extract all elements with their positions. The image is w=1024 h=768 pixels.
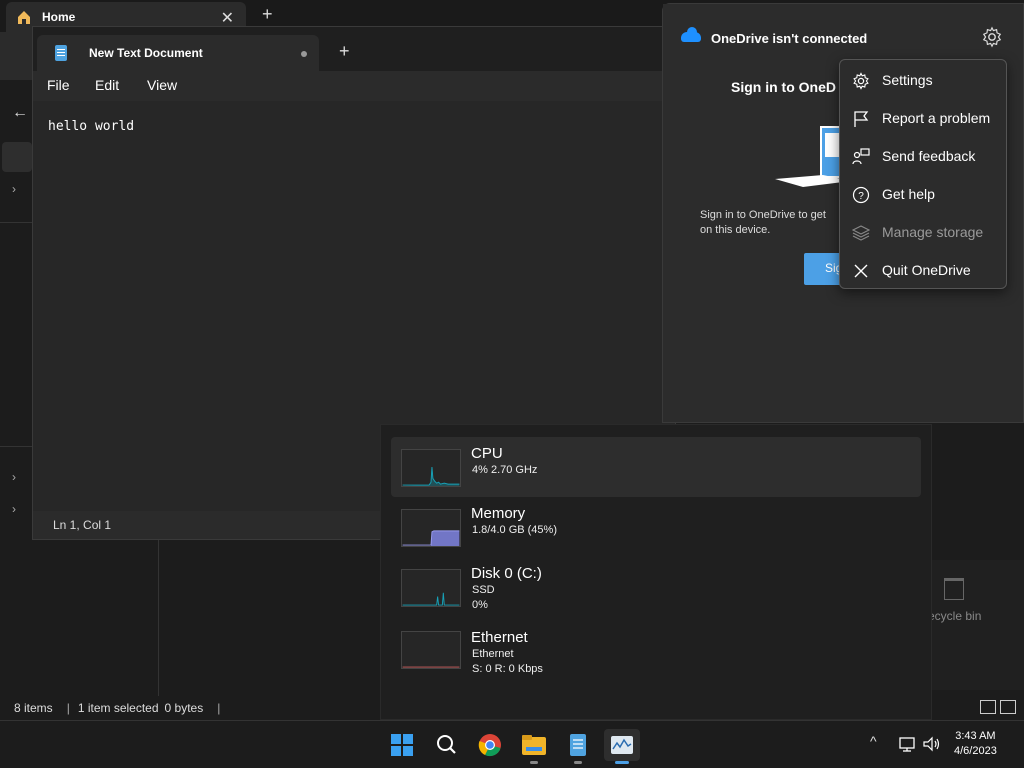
show-hidden-icons-chevron-icon[interactable]: ^ [870, 733, 877, 749]
task-manager-icon[interactable] [604, 729, 640, 761]
details-view-icon[interactable] [980, 700, 996, 714]
menu-view[interactable]: View [147, 77, 177, 93]
explorer-new-tab-button[interactable]: + [262, 4, 273, 25]
disk-type: SSD [472, 584, 495, 596]
file-explorer-icon[interactable] [516, 729, 552, 761]
close-icon [854, 264, 868, 278]
notepad-tab-title: New Text Document [89, 46, 203, 60]
close-tab-icon[interactable]: ✕ [221, 8, 234, 28]
chrome-icon[interactable] [472, 729, 508, 761]
status-separator: | [66, 701, 70, 715]
ethernet-graph [401, 631, 461, 669]
running-indicator [574, 761, 582, 764]
notepad-tab[interactable]: New Text Document [37, 35, 319, 71]
notepad-taskbar-icon[interactable] [560, 729, 596, 761]
notepad-titlebar: New Text Document + [33, 27, 675, 71]
sidebar-item-selected[interactable] [2, 142, 32, 172]
menu-item-label: Quit OneDrive [882, 262, 971, 278]
notepad-new-tab-button[interactable]: + [339, 41, 350, 62]
menu-item-label: Report a problem [882, 110, 991, 126]
disk-usage: 0% [472, 599, 488, 611]
help-icon: ? [852, 186, 870, 204]
perf-item-ethernet[interactable]: Ethernet Ethernet S: 0 R: 0 Kbps [391, 623, 921, 683]
selected-size: 0 bytes [164, 701, 204, 715]
flag-icon [854, 111, 869, 127]
chevron-right-icon[interactable]: › [12, 470, 16, 484]
menu-item-get-help[interactable]: ? Get help [840, 175, 1006, 213]
ethernet-type: Ethernet [472, 648, 514, 660]
network-icon[interactable] [898, 735, 918, 753]
gear-icon [853, 72, 869, 90]
status-separator: | [217, 701, 221, 715]
menu-item-label: Manage storage [882, 224, 984, 240]
menu-item-quit-onedrive[interactable]: Quit OneDrive [840, 251, 1006, 289]
memory-label: Memory [471, 505, 526, 522]
item-count: 8 items [14, 701, 53, 715]
explorer-tab-title: Home [42, 10, 76, 24]
cursor-position: Ln 1, Col 1 [53, 518, 112, 532]
ethernet-speed: S: 0 R: 0 Kbps [472, 663, 543, 675]
onedrive-title: OneDrive isn't connected [711, 31, 868, 46]
taskbar: ^ 3:43 AM 4/6/2023 [0, 720, 1024, 768]
sidebar-divider [0, 222, 32, 223]
sidebar-divider [0, 446, 32, 447]
description-line: on this device. [700, 224, 771, 236]
description-line: Sign in to OneDrive to get [700, 209, 826, 221]
recycle-bin-icon[interactable] [944, 578, 964, 600]
active-indicator [615, 761, 629, 764]
feedback-icon [852, 148, 870, 165]
perf-item-memory[interactable]: Memory 1.8/4.0 GB (45%) [391, 497, 921, 557]
onedrive-header: OneDrive isn't connected [663, 4, 1023, 60]
perf-item-disk[interactable]: Disk 0 (C:) SSD 0% [391, 557, 921, 617]
selected-count: 1 item selected [77, 701, 159, 715]
menu-item-settings[interactable]: Settings [840, 61, 1006, 99]
chevron-right-icon[interactable]: › [12, 502, 16, 516]
start-windows-icon[interactable] [384, 729, 420, 761]
unsaved-indicator-icon[interactable] [301, 51, 307, 57]
menu-edit[interactable]: Edit [95, 77, 119, 93]
ethernet-label: Ethernet [471, 629, 528, 646]
chevron-right-icon[interactable]: › [12, 182, 16, 196]
editor-text[interactable]: hello world [48, 119, 134, 134]
running-indicator [530, 761, 538, 764]
search-icon[interactable] [428, 729, 464, 761]
onedrive-cloud-icon [681, 27, 701, 42]
cpu-label: CPU [471, 445, 503, 462]
memory-graph [401, 509, 461, 547]
menu-item-report-problem[interactable]: Report a problem [840, 99, 1006, 137]
memory-detail: 1.8/4.0 GB (45%) [472, 524, 557, 536]
perf-item-cpu[interactable]: CPU 4% 2.70 GHz [391, 437, 921, 497]
disk-graph [401, 569, 461, 607]
clock-date: 4/6/2023 [954, 745, 997, 757]
notepad-menu-bar: File Edit View [33, 71, 675, 101]
menu-item-label: Settings [882, 72, 933, 88]
gear-icon[interactable] [981, 26, 1003, 48]
back-arrow-icon[interactable]: ← [12, 104, 28, 122]
recycle-bin-label[interactable]: ecycle bin [928, 609, 981, 623]
column-divider [158, 540, 159, 696]
cpu-graph [401, 449, 461, 487]
signin-button[interactable]: Sig [804, 253, 844, 285]
signin-title: Sign in to OneD [731, 79, 836, 95]
tiles-view-icon[interactable] [1000, 700, 1016, 714]
menu-item-label: Send feedback [882, 148, 976, 164]
volume-icon[interactable] [922, 735, 942, 753]
menu-item-manage-storage[interactable]: Manage storage [840, 213, 1006, 251]
task-manager-performance-panel: CPU 4% 2.70 GHz Memory 1.8/4.0 GB (45%) … [380, 424, 932, 720]
storage-icon [852, 225, 870, 241]
disk-label: Disk 0 (C:) [471, 565, 542, 582]
clock-time: 3:43 AM [955, 730, 996, 742]
menu-file[interactable]: File [47, 77, 70, 93]
home-icon [18, 11, 30, 24]
recycle-bin-area [922, 560, 1024, 690]
notepad-icon [55, 45, 67, 61]
cpu-detail: 4% 2.70 GHz [472, 464, 538, 476]
signin-description: Sign in to OneDrive to get on this devic… [700, 208, 850, 238]
menu-item-send-feedback[interactable]: Send feedback [840, 137, 1006, 175]
system-clock[interactable]: 3:43 AM 4/6/2023 [954, 729, 997, 759]
svg-text:?: ? [858, 191, 864, 202]
view-toggle [980, 700, 1016, 714]
menu-item-label: Get help [882, 186, 935, 202]
onedrive-settings-menu: Settings Report a problem Send feedback … [839, 59, 1007, 289]
